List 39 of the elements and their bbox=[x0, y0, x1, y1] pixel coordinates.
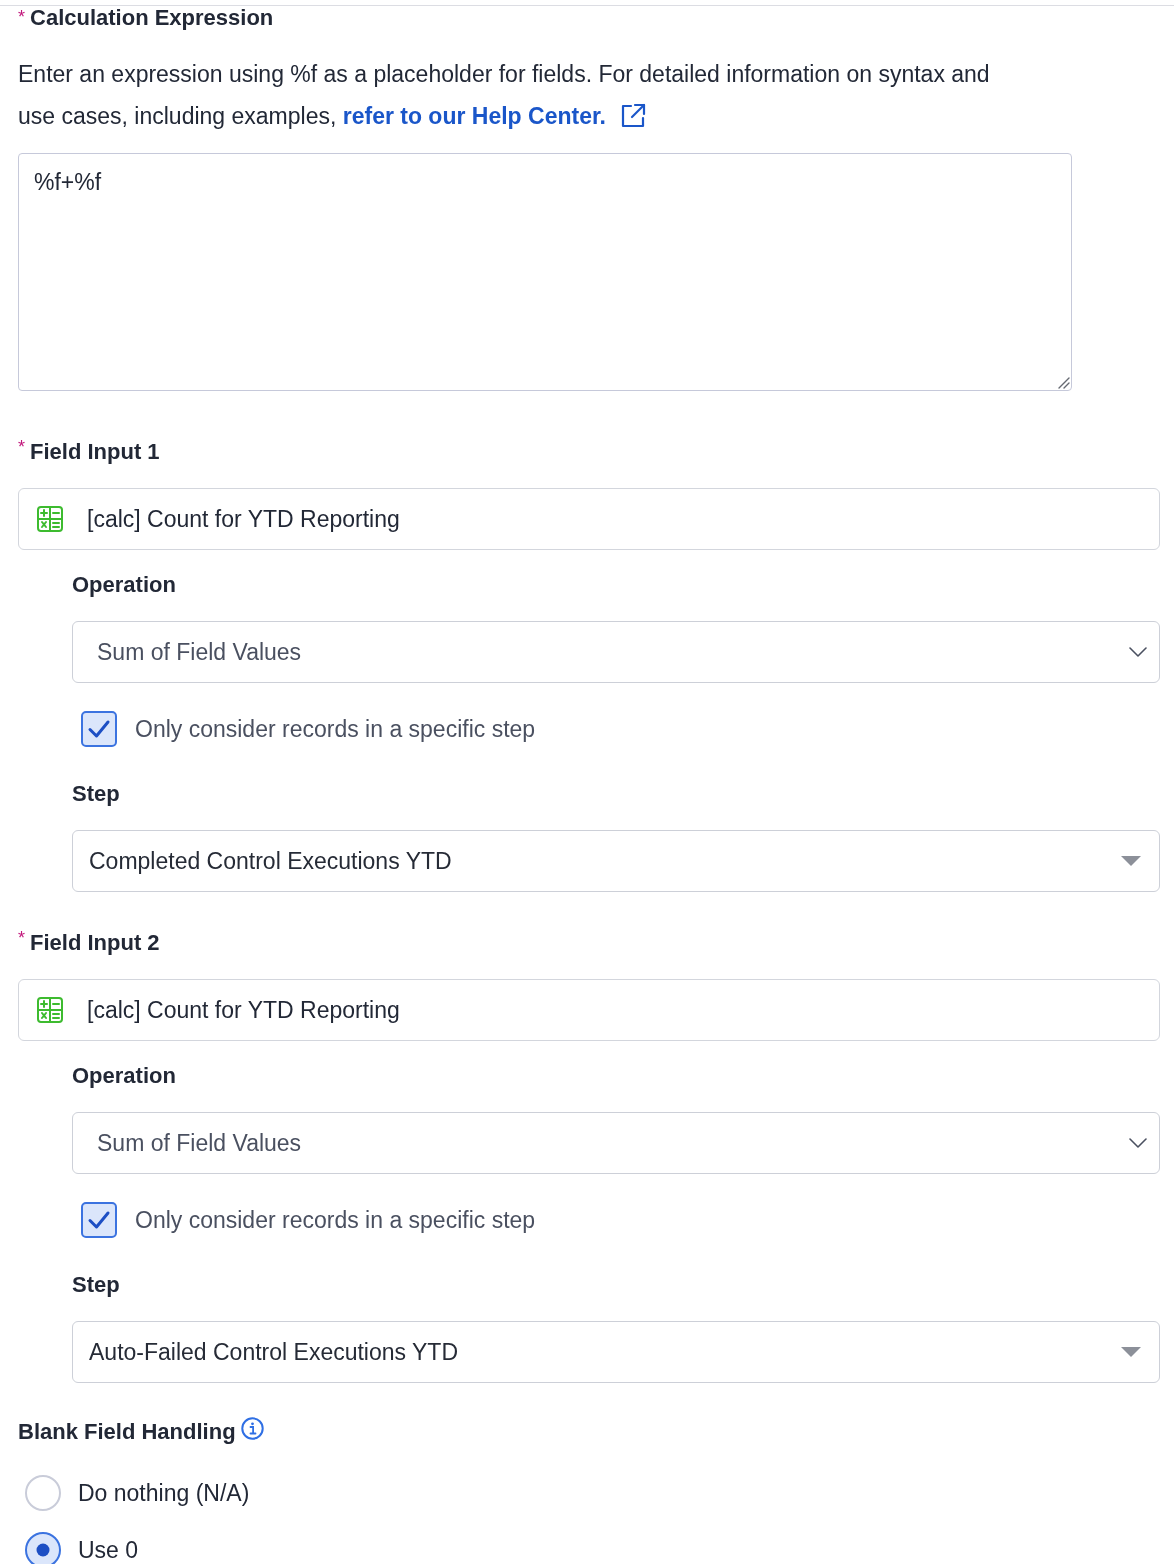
checkbox-label[interactable]: Only consider records in a specific step bbox=[135, 715, 536, 743]
calculator-icon bbox=[37, 997, 63, 1023]
radio-button[interactable] bbox=[25, 1475, 61, 1511]
field-label: Field Input 1 bbox=[30, 438, 160, 466]
radio-button[interactable] bbox=[25, 1532, 61, 1564]
operation-label: Operation bbox=[72, 1062, 176, 1090]
operation-select[interactable]: Sum of Field Values bbox=[72, 621, 1160, 683]
operation-select[interactable]: Sum of Field Values bbox=[72, 1112, 1160, 1174]
field-label: Field Input 2 bbox=[30, 929, 160, 957]
required-mark: * bbox=[18, 928, 25, 948]
operation-label: Operation bbox=[72, 571, 176, 599]
radio-label[interactable]: Use 0 bbox=[78, 1536, 139, 1564]
field-value: [calc] Count for YTD Reporting bbox=[87, 505, 400, 533]
step-select[interactable]: Completed Control Executions YTD bbox=[72, 830, 1160, 892]
help-center-link[interactable]: refer to our Help Center. bbox=[342, 95, 646, 137]
expression-field[interactable]: %f+%f bbox=[18, 153, 1072, 391]
step-label: Step bbox=[72, 780, 120, 808]
field-value: [calc] Count for YTD Reporting bbox=[87, 996, 400, 1024]
checkbox-label[interactable]: Only consider records in a specific step bbox=[135, 1206, 536, 1234]
description-text: Enter an expression using %f as a placeholder for fields. For detailed information on syntax and use cases, including examples, refer to our Help Center. bbox=[18, 53, 1030, 137]
checkbox[interactable] bbox=[81, 1202, 117, 1238]
step-label: Step bbox=[72, 1271, 120, 1299]
field-label: Calculation Expression bbox=[30, 7, 274, 29]
radio-label[interactable]: Do nothing (N/A) bbox=[78, 1479, 250, 1507]
required-mark: * bbox=[18, 7, 25, 27]
field-select[interactable]: [calc] Count for YTD Reporting bbox=[18, 979, 1160, 1041]
external-link-icon bbox=[620, 103, 646, 129]
checkbox[interactable] bbox=[81, 711, 117, 747]
step-select[interactable]: Auto-Failed Control Executions YTD bbox=[72, 1321, 1160, 1383]
resize-handle-icon[interactable] bbox=[1056, 375, 1070, 389]
required-mark: * bbox=[18, 437, 25, 457]
chevron-down-icon bbox=[1129, 647, 1147, 657]
chevron-down-icon bbox=[1129, 1138, 1147, 1148]
caret-down-icon bbox=[1121, 856, 1141, 866]
calculator-icon bbox=[37, 506, 63, 532]
section-label: Blank Field Handling bbox=[18, 1418, 236, 1446]
caret-down-icon bbox=[1121, 1347, 1141, 1357]
field-select[interactable]: [calc] Count for YTD Reporting bbox=[18, 488, 1160, 550]
info-icon[interactable] bbox=[240, 1417, 264, 1440]
